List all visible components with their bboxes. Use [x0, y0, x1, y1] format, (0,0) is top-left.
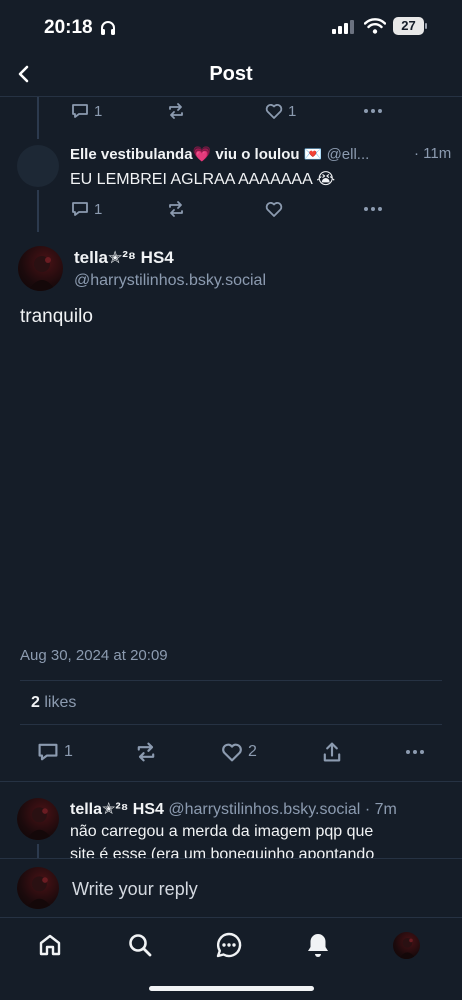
search-icon	[129, 934, 152, 957]
avatar[interactable]	[17, 798, 59, 840]
reply-button[interactable]: 1	[70, 199, 102, 219]
like-button[interactable]: 2	[220, 740, 257, 764]
post-timestamp: Aug 30, 2024 at 20:09	[20, 647, 168, 664]
home-indicator	[149, 986, 314, 991]
main-post: tella✭²⁸ HS4 @harrystilinhos.bsky.social…	[0, 240, 462, 780]
heart-icon	[265, 202, 283, 217]
header: Post	[0, 54, 462, 96]
display-name[interactable]: tella✭²⁸ HS4	[74, 248, 174, 268]
chat-icon	[216, 932, 242, 958]
share-icon	[323, 742, 341, 762]
bell-icon	[308, 934, 328, 957]
post-text-line-2: site é esse (era um boneguinho apontando	[70, 846, 375, 858]
post-time: · 11m	[414, 145, 452, 162]
tab-profile-avatar[interactable]	[393, 932, 420, 959]
wifi-icon	[364, 18, 386, 34]
avatar[interactable]	[17, 145, 59, 187]
repost-button[interactable]	[166, 101, 186, 121]
stats-divider-top	[20, 680, 442, 681]
thread-top-actions: 1 1	[70, 101, 450, 123]
handle[interactable]: @harrystilinhos.bsky.social	[168, 801, 360, 818]
reply-count: 1	[94, 200, 103, 218]
like-button[interactable]: 1	[264, 101, 296, 121]
likes-label: likes	[44, 694, 77, 711]
display-name[interactable]: tella✭²⁸ HS4	[70, 801, 164, 818]
like-count: 1	[288, 102, 297, 120]
reply-count: 1	[94, 102, 103, 120]
thread-line-top	[37, 97, 39, 139]
tab-search[interactable]	[127, 932, 153, 958]
bottom-tab-bar	[0, 918, 462, 1000]
repost-icon	[137, 742, 155, 762]
handle[interactable]: @harrystilinhos.bsky.social	[74, 272, 266, 290]
post-actions: 1	[70, 199, 450, 221]
stats-divider-bottom	[20, 724, 442, 725]
status-time: 20:18	[44, 17, 93, 38]
likes-count: 2	[31, 694, 40, 711]
repost-icon	[169, 103, 183, 119]
likes-stat[interactable]: 2 likes	[31, 694, 76, 712]
page-title: Post	[209, 63, 253, 85]
avatar	[17, 867, 59, 909]
status-bar: 20:18 27	[0, 0, 462, 54]
repost-button[interactable]	[134, 740, 158, 764]
share-button[interactable]	[320, 740, 344, 764]
reply-tella[interactable]: tella✭²⁸ HS4 @harrystilinhos.bsky.social…	[0, 790, 462, 858]
heart-icon	[222, 743, 242, 762]
post-text: tranquilo	[20, 306, 93, 327]
more-horizontal-icon	[406, 750, 424, 754]
display-name[interactable]: Elle vestibulanda💗 viu o loulou 💌	[70, 146, 322, 163]
more-horizontal-icon	[364, 109, 382, 113]
post-text-line-1: não carregou a merda da imagem pqp que	[70, 823, 374, 840]
thread-line	[37, 844, 39, 858]
battery-level: 27	[401, 18, 416, 33]
more-options-button[interactable]	[362, 101, 384, 121]
reply-icon	[72, 202, 88, 216]
headphones-icon	[99, 19, 117, 37]
reply-button[interactable]: 1	[70, 101, 102, 121]
post-time: · 7m	[364, 801, 397, 818]
battery-icon: 27	[393, 17, 427, 35]
repost-button[interactable]	[166, 199, 186, 219]
more-horizontal-icon	[364, 207, 382, 211]
reply-input[interactable]: Write your reply	[72, 879, 198, 900]
reply-button[interactable]: 1	[36, 740, 73, 764]
reply-elle[interactable]: Elle vestibulanda💗 viu o loulou 💌 @ell..…	[0, 140, 462, 232]
thread-line	[37, 190, 39, 232]
like-button[interactable]	[264, 199, 284, 219]
handle[interactable]: @ell...	[327, 146, 370, 163]
tab-home[interactable]	[37, 932, 63, 958]
more-options-button[interactable]	[362, 199, 384, 219]
post-text: EU LEMBREI AGLRAA AAAAAAA 😭	[70, 171, 336, 188]
tab-chat[interactable]	[215, 931, 243, 959]
reply-icon	[38, 743, 58, 761]
more-options-button[interactable]	[404, 742, 426, 762]
heart-icon	[265, 104, 283, 119]
home-icon	[39, 934, 61, 956]
signal-icon	[332, 20, 354, 34]
reply-composer[interactable]: Write your reply	[0, 859, 462, 917]
reply-count: 1	[64, 743, 73, 760]
post-actions: 1 2	[0, 740, 462, 766]
header-divider	[0, 96, 462, 97]
main-post-divider	[0, 781, 462, 782]
tab-notifications[interactable]	[305, 931, 331, 959]
avatar[interactable]	[18, 246, 63, 291]
repost-icon	[169, 201, 183, 217]
like-count: 2	[248, 743, 257, 760]
reply-icon	[72, 104, 88, 118]
